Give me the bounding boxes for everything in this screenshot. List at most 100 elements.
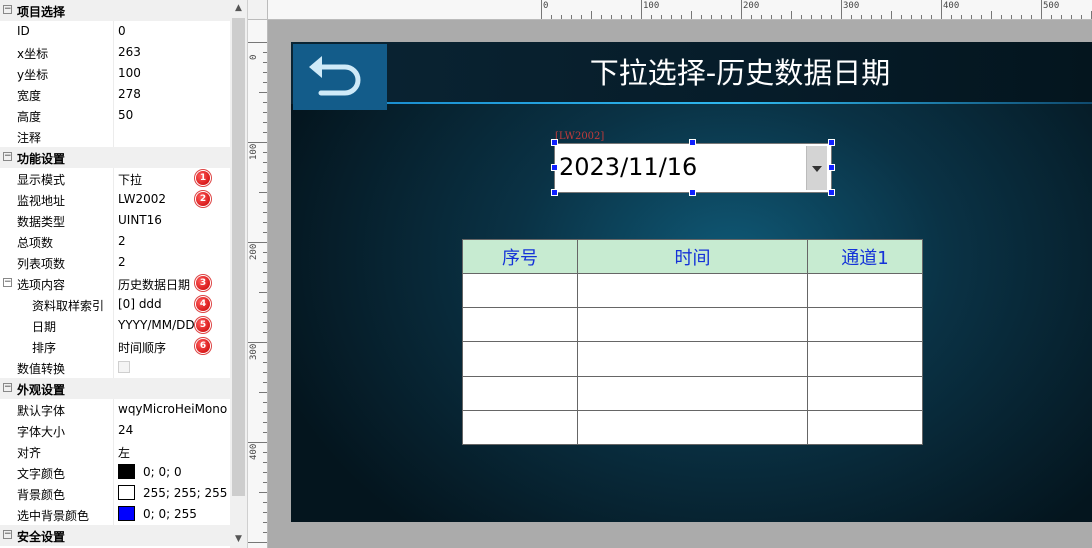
section-title: 功能设置 xyxy=(17,152,66,166)
property-value[interactable]: 263 xyxy=(118,45,230,59)
ruler-tick xyxy=(263,122,267,123)
collapse-icon[interactable]: − xyxy=(3,152,12,161)
property-value[interactable]: 0 xyxy=(118,24,230,38)
chevron-down-icon[interactable] xyxy=(806,146,827,190)
property-value[interactable]: 历史数据日期 xyxy=(118,276,230,293)
date-dropdown[interactable]: 2023/11/16 xyxy=(554,143,832,193)
property-value[interactable]: 24 xyxy=(118,423,230,437)
ruler-tick xyxy=(681,15,682,19)
property-value[interactable]: 50 xyxy=(118,108,230,122)
property-value[interactable]: 100 xyxy=(118,66,230,80)
selection-handle[interactable] xyxy=(689,139,696,146)
property-row-date[interactable]: 日期 YYYY/MM/DD 5 xyxy=(0,315,230,336)
ruler-label: 0 xyxy=(543,1,549,11)
table-cell xyxy=(462,272,578,309)
hmi-screen[interactable]: 下拉选择-历史数据日期 [LW2002] 2023/11/16 序号 时间 通道… xyxy=(291,42,1092,522)
property-row-comment[interactable]: 注释 xyxy=(0,126,230,147)
property-row-display-mode[interactable]: 显示模式 下拉 1 xyxy=(0,168,230,189)
property-value[interactable]: 2 xyxy=(118,234,230,248)
section-appearance-settings[interactable]: − 外观设置 xyxy=(0,378,230,399)
column-divider xyxy=(113,210,114,231)
ruler-tick xyxy=(671,15,672,19)
ruler-tick xyxy=(1071,15,1072,19)
property-row-total-items[interactable]: 总项数 2 xyxy=(0,231,230,252)
text-color-swatch[interactable] xyxy=(118,464,135,479)
selection-handle[interactable] xyxy=(551,189,558,196)
property-value[interactable]: 255; 255; 255 xyxy=(143,486,227,500)
table-row[interactable] xyxy=(462,341,923,377)
collapse-icon[interactable]: − xyxy=(3,278,12,287)
scroll-thumb[interactable] xyxy=(232,18,245,496)
property-row-align[interactable]: 对齐 左 xyxy=(0,441,230,462)
property-row-data-type[interactable]: 数据类型 UINT16 xyxy=(0,210,230,231)
table-row[interactable] xyxy=(462,375,923,411)
property-row-value-convert[interactable]: 数值转换 xyxy=(0,357,230,378)
property-row-width[interactable]: 宽度 278 xyxy=(0,84,230,105)
ruler-tick xyxy=(911,15,912,19)
section-title: 项目选择 xyxy=(17,5,66,19)
ruler-tick xyxy=(751,15,752,19)
collapse-icon[interactable]: − xyxy=(3,5,12,14)
property-name: 字体大小 xyxy=(17,425,66,439)
property-row-text-color[interactable]: 文字颜色 0; 0; 0 xyxy=(0,462,230,483)
table-row[interactable] xyxy=(462,409,923,446)
property-value[interactable]: 时间顺序 xyxy=(118,339,230,356)
table-row[interactable] xyxy=(462,307,923,343)
ruler-tick xyxy=(263,182,267,183)
column-divider xyxy=(113,357,114,378)
selection-handle[interactable] xyxy=(828,139,835,146)
ruler-tick xyxy=(791,11,792,19)
property-row-height[interactable]: 高度 50 xyxy=(0,105,230,126)
scroll-down-icon[interactable]: ▼ xyxy=(230,531,247,548)
property-value[interactable]: 0; 0; 255 xyxy=(143,507,197,521)
selection-handle[interactable] xyxy=(828,189,835,196)
property-row-y[interactable]: y坐标 100 xyxy=(0,63,230,84)
property-row-monitor-address[interactable]: 监视地址 LW2002 2 xyxy=(0,189,230,210)
property-row-id[interactable]: ID 0 xyxy=(0,21,230,42)
collapse-icon[interactable]: − xyxy=(3,530,12,539)
property-row-list-items[interactable]: 列表项数 2 xyxy=(0,252,230,273)
property-value[interactable]: UINT16 xyxy=(118,213,230,227)
section-item-select[interactable]: − 项目选择 xyxy=(0,0,230,21)
table-row[interactable] xyxy=(462,272,923,309)
property-value[interactable]: 0; 0; 0 xyxy=(143,465,182,479)
scroll-up-icon[interactable]: ▲ xyxy=(230,0,247,17)
back-button[interactable] xyxy=(293,44,387,110)
property-row-x[interactable]: x坐标 263 xyxy=(0,42,230,63)
property-value[interactable]: [0] ddd xyxy=(118,297,230,311)
property-value[interactable]: 左 xyxy=(118,444,230,461)
ruler-tick xyxy=(263,232,267,233)
property-row-sort[interactable]: 排序 时间顺序 6 xyxy=(0,336,230,357)
table-cell xyxy=(807,341,923,377)
selection-handle[interactable] xyxy=(551,164,558,171)
property-value[interactable]: 2 xyxy=(118,255,230,269)
property-row-default-font[interactable]: 默认字体 wqyMicroHeiMono xyxy=(0,399,230,420)
ruler-tick xyxy=(711,15,712,19)
property-value[interactable]: 278 xyxy=(118,87,230,101)
property-scrollbar[interactable]: ▲ ▼ xyxy=(230,0,247,548)
property-value[interactable]: wqyMicroHeiMono xyxy=(118,402,230,416)
table-header-row: 序号 时间 通道1 xyxy=(462,239,923,274)
property-value[interactable]: LW2002 xyxy=(118,192,230,206)
section-function-settings[interactable]: − 功能设置 xyxy=(0,147,230,168)
selection-handle[interactable] xyxy=(689,189,696,196)
property-name: x坐标 xyxy=(17,47,49,61)
property-row-option-content[interactable]: − 选项内容 历史数据日期 3 xyxy=(0,273,230,294)
collapse-icon[interactable]: − xyxy=(3,383,12,392)
ruler-tick xyxy=(248,42,267,43)
value-convert-checkbox[interactable] xyxy=(118,361,130,373)
section-security-settings[interactable]: − 安全设置 xyxy=(0,525,230,546)
ruler-tick xyxy=(861,15,862,19)
selection-handle[interactable] xyxy=(828,164,835,171)
property-row-bg-color[interactable]: 背景颜色 255; 255; 255 xyxy=(0,483,230,504)
selected-bg-color-swatch[interactable] xyxy=(118,506,135,521)
property-value[interactable]: YYYY/MM/DD xyxy=(118,318,230,332)
property-row-selected-bg-color[interactable]: 选中背景颜色 0; 0; 255 xyxy=(0,504,230,525)
property-value[interactable]: 下拉 xyxy=(118,171,230,188)
bg-color-swatch[interactable] xyxy=(118,485,135,500)
property-row-font-size[interactable]: 字体大小 24 xyxy=(0,420,230,441)
property-row-sample-index[interactable]: 资料取样索引 [0] ddd 4 xyxy=(0,294,230,315)
selection-handle[interactable] xyxy=(551,139,558,146)
ruler-tick xyxy=(1041,0,1042,19)
history-data-table[interactable]: 序号 时间 通道1 xyxy=(462,239,923,446)
